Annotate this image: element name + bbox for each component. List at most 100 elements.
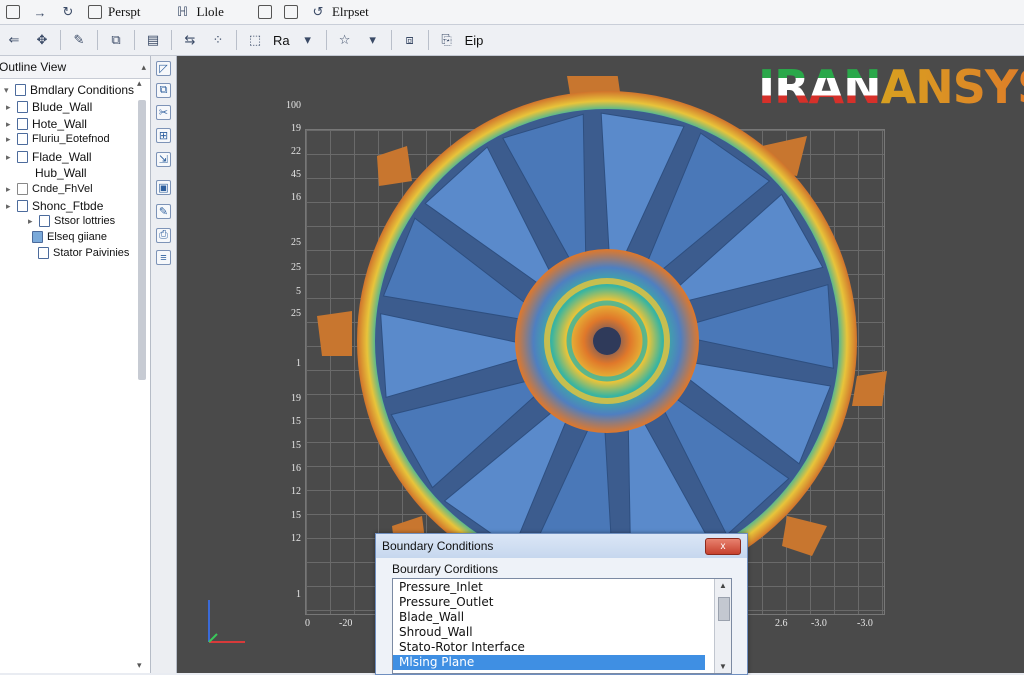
outline-panel: Outline View ▴ ▾ Bmdlary Conditions ▸ Bl… [0,56,151,673]
box-zoom-icon[interactable]: ⧉ [156,83,171,98]
x-axis-label: -3.0 [857,618,873,629]
measure-icon[interactable]: ⊞ [156,128,171,143]
dialog-titlebar[interactable]: Boundary Conditions x [376,534,747,558]
script-icon[interactable]: ≡ [156,250,171,265]
outline-title: Outline View [0,60,67,74]
x-axis-label: 2.6 [775,618,788,629]
rotate-icon[interactable]: ↺ [309,4,327,20]
menu-bar: → ↻ Perspt ℍ Llole ↺ Elrpset [0,0,1024,25]
collapse-icon[interactable]: ▴ [141,62,146,73]
back-arrow-icon[interactable]: ⇐ [5,32,23,48]
y-axis-label: 100 [286,100,301,111]
layers-icon[interactable] [283,5,298,19]
expand-icon[interactable]: ▾ [4,85,13,96]
tree-item-label: Stator Paivinies [53,247,130,259]
y-axis-label: 1 [296,358,301,369]
star-icon[interactable]: ☆ [336,32,354,48]
camera-icon[interactable]: ▣ [156,180,171,195]
tree-item[interactable]: Stator Paivinies [38,247,129,259]
chevron-down-icon[interactable]: ▾ [364,32,382,48]
tree-item-label: Hote_Wall [32,117,87,131]
y-axis-label: 15 [291,416,301,427]
expand-icon[interactable]: ▸ [6,152,15,163]
scroll-down-icon[interactable]: ▾ [137,660,142,671]
x-axis-label: -20 [339,618,353,629]
pencil-icon[interactable]: ✎ [70,32,88,48]
refresh-icon[interactable]: ↻ [59,4,77,20]
stator-icon [39,215,50,227]
y-axis-label: 15 [291,440,301,451]
arrow-right-icon[interactable]: → [31,4,49,20]
app-icon[interactable] [6,5,20,19]
list-item-selected[interactable]: Mlsing Plane [393,655,705,670]
list-scrollbar[interactable]: ▲ ▼ [714,579,731,673]
expand-icon[interactable]: ▸ [6,201,15,212]
list-item[interactable]: Pressure_Inlet [393,580,731,595]
scroll-up-icon[interactable]: ▲ [719,581,727,590]
print-icon[interactable]: ⎙ [156,228,171,243]
tree-item[interactable]: ▸ Stsor lottries [28,215,115,227]
list-item[interactable]: Blade_Wall [393,610,731,625]
toolbar-separator [325,30,327,50]
outline-scrollbar[interactable]: ▴ ▾ [136,78,148,671]
menu-item-elrpset[interactable]: Elrpset [332,4,369,20]
scrollbar-thumb[interactable] [138,100,146,380]
expand-icon[interactable]: ▸ [6,102,15,113]
expand-icon[interactable]: ▸ [6,119,15,130]
export-icon[interactable]: ⇲ [156,152,171,167]
select-icon[interactable]: ⬚ [246,32,264,48]
turbine-model[interactable] [317,76,897,596]
y-axis-label: 5 [296,286,301,297]
boundary-list[interactable]: Pressure_Inlet Pressure_Outlet Blade_Wal… [392,578,732,674]
scroll-up-icon[interactable]: ▴ [137,78,142,89]
close-button[interactable]: x [705,537,741,555]
select-tool-icon[interactable]: ◸ [156,61,171,76]
scrollbar-thumb[interactable] [718,597,730,621]
tree-item[interactable]: ▸ Blude_Wall [6,100,92,114]
y-axis-label: 19 [291,393,301,404]
menu-item-perspt[interactable]: Perspt [108,4,141,20]
toolbar-separator [134,30,135,50]
copy-icon[interactable]: ⎘ [438,32,456,48]
tree-item[interactable]: ▸ Shonc_Ftbde [6,199,103,213]
move-icon[interactable]: ✥ [33,32,51,48]
windows-icon[interactable]: ⧈ [401,32,419,48]
tree-item[interactable]: ▸ Hote_Wall [6,117,87,131]
blade-icon [17,151,28,163]
iranansys-logo: IRANANSYS [758,64,1024,110]
align-icon[interactable]: ⇆ [181,32,199,48]
expand-icon[interactable]: ▸ [6,184,15,195]
image-icon[interactable] [257,5,272,19]
tree-item-boundary-conditions[interactable]: ▾ Bmdlary Conditions [4,83,134,97]
expand-icon[interactable]: ▸ [6,134,15,145]
eip-button[interactable]: Eip [465,33,484,48]
toolbar-separator [97,30,98,50]
y-axis-label: 25 [291,262,301,273]
tree-item[interactable]: ▸ Fluriu_Eotefnod [6,133,110,145]
wall-icon [17,118,28,130]
edit-icon[interactable]: ✎ [156,204,171,219]
y-axis-label: 16 [291,192,301,203]
list-item[interactable]: Shroud_Wall [393,625,731,640]
tree-item[interactable]: ▸ Cnde_FhVel [6,183,93,195]
list-item[interactable]: Pressure_Outlet [393,595,731,610]
list-item[interactable]: Stato-Rotor Interface [393,640,731,655]
split-icon[interactable]: ℍ [174,4,192,20]
scroll-down-icon[interactable]: ▼ [719,662,727,671]
scatter-icon[interactable]: ⁘ [209,32,227,48]
chevron-down-icon[interactable]: ▾ [299,32,317,48]
tree-item-label: Hub_Wall [35,166,87,180]
interface-icon [38,247,49,259]
scissors-icon[interactable]: ✂ [156,105,171,120]
grid-icon[interactable] [88,5,102,19]
tree-item[interactable]: Elseq giiane [32,231,107,243]
tree-item[interactable]: Hub_Wall [35,166,87,180]
node-icon[interactable]: ⧉ [107,32,125,48]
toolbar-separator [60,30,61,50]
expand-icon[interactable]: ▸ [28,216,37,227]
table-icon[interactable]: ▤ [144,32,162,48]
ra-dropdown[interactable]: Ra [273,33,290,48]
menu-item-llole[interactable]: Llole [197,4,224,20]
tree-item[interactable]: ▸ Flade_Wall [6,150,92,164]
dialog-title: Boundary Conditions [382,539,494,553]
